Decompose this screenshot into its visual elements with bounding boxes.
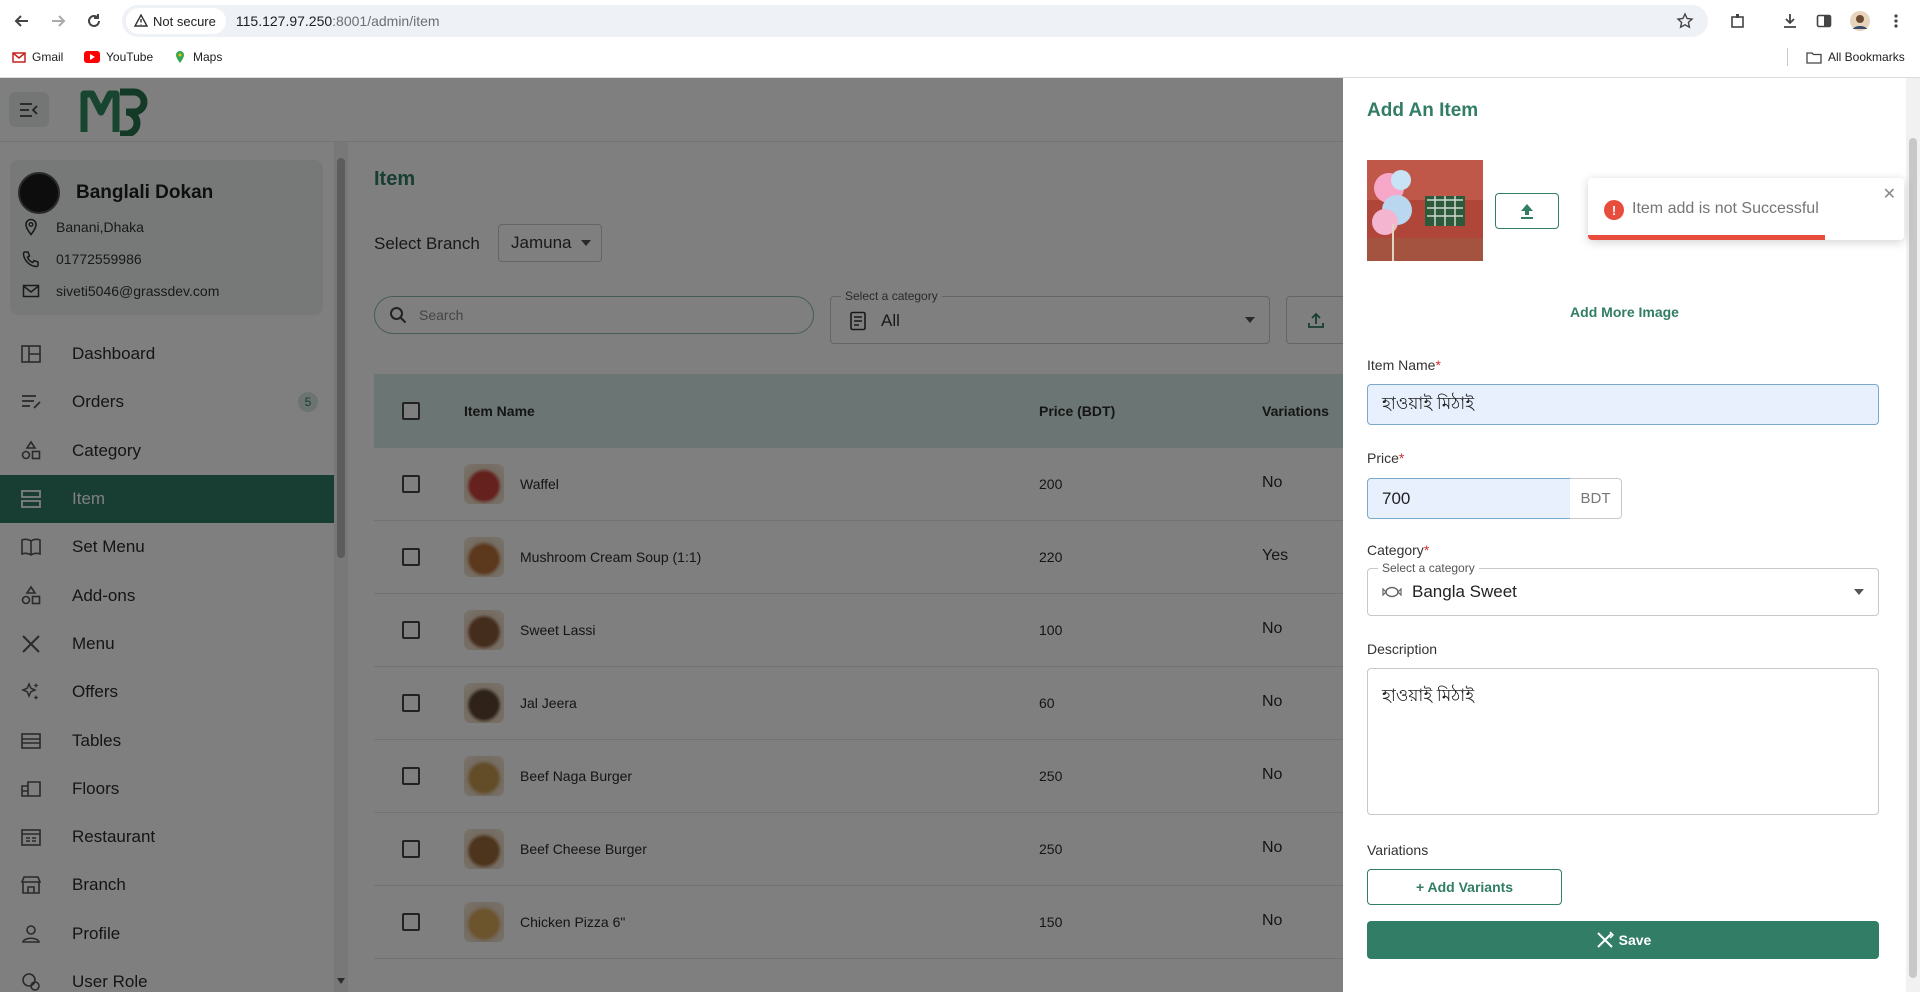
category-label: Category*	[1367, 542, 1429, 558]
bookmark-label: YouTube	[106, 50, 154, 64]
caret-down-icon	[1854, 589, 1864, 595]
url-path: :8001/admin/item	[332, 13, 440, 29]
all-bookmarks-label: All Bookmarks	[1828, 50, 1905, 64]
price-input[interactable]: 700	[1367, 478, 1571, 519]
item-name-input[interactable]: হাওয়াই মিঠাই	[1367, 384, 1879, 425]
item-image-preview	[1367, 160, 1483, 261]
maps-icon	[176, 51, 184, 63]
close-icon[interactable]: ✕	[1883, 184, 1896, 204]
category-value: Bangla Sweet	[1412, 582, 1517, 601]
app: Banglali Dokan Banani,Dhaka 01772559986 …	[0, 78, 1920, 992]
fork-knife-icon	[1596, 931, 1614, 948]
category-select[interactable]: Select a category Bangla Sweet	[1367, 561, 1879, 616]
save-button[interactable]: Save	[1367, 921, 1879, 959]
security-label: Not secure	[153, 13, 216, 29]
item-name-label: Item Name*	[1367, 357, 1441, 373]
profile-avatar-icon[interactable]	[1844, 5, 1876, 37]
forward-icon[interactable]	[42, 5, 74, 37]
youtube-icon	[84, 51, 100, 63]
bookmark-star-icon[interactable]	[1676, 12, 1694, 30]
reload-icon[interactable]	[78, 5, 110, 37]
upload-icon	[1521, 204, 1533, 219]
bookmark-label: Maps	[193, 50, 223, 64]
bookmarks-divider	[1787, 48, 1788, 66]
variations-label: Variations	[1367, 842, 1429, 858]
bookmark-youtube[interactable]: YouTube	[84, 46, 153, 68]
add-more-image-link[interactable]: Add More Image	[1343, 304, 1906, 320]
image-upload-button[interactable]	[1495, 193, 1559, 229]
side-panel-icon[interactable]	[1808, 5, 1840, 37]
gmail-icon	[12, 51, 26, 63]
bookmark-gmail[interactable]: Gmail	[12, 46, 63, 68]
required-mark: *	[1398, 450, 1405, 466]
required-mark: *	[1423, 542, 1430, 558]
category-label-text: Category	[1367, 542, 1424, 558]
warning-icon	[134, 14, 148, 27]
price-label: Price*	[1367, 450, 1404, 466]
all-bookmarks[interactable]: All Bookmarks	[1806, 46, 1905, 68]
error-toast: ! Item add is not Successful ✕	[1588, 178, 1904, 240]
back-icon[interactable]	[6, 5, 38, 37]
sweet-icon	[1382, 586, 1402, 598]
extensions-icon[interactable]	[1722, 5, 1754, 37]
price-unit: BDT	[1570, 478, 1622, 519]
description-textarea[interactable]: হাওয়াই মিঠাই	[1367, 668, 1879, 815]
category-legend: Select a category	[1378, 561, 1479, 575]
url-host: 115.127.97.250	[235, 13, 333, 29]
folder-icon	[1806, 51, 1822, 64]
url-text[interactable]: 115.127.97.250:8001/admin/item	[236, 13, 440, 29]
toast-progress-bar	[1588, 235, 1825, 240]
save-label: Save	[1618, 932, 1652, 948]
bookmark-label: Gmail	[32, 50, 64, 64]
browser-chrome: Not secure 115.127.97.250:8001/admin/ite…	[0, 0, 1920, 78]
description-label: Description	[1367, 641, 1438, 657]
drawer-scrollbar-thumb[interactable]	[1909, 138, 1917, 978]
address-bar[interactable]: Not secure 115.127.97.250:8001/admin/ite…	[122, 5, 1708, 37]
modal-backdrop[interactable]	[0, 78, 1343, 992]
price-label-text: Price	[1367, 450, 1399, 466]
drawer-title: Add An Item	[1367, 100, 1479, 121]
toast-message: Item add is not Successful	[1632, 200, 1819, 217]
security-chip[interactable]: Not secure	[126, 8, 226, 34]
bookmark-maps[interactable]: Maps	[173, 46, 222, 68]
required-mark: *	[1435, 357, 1441, 373]
error-icon: !	[1604, 200, 1624, 220]
download-icon[interactable]	[1774, 5, 1806, 37]
item-name-label-text: Item Name	[1367, 357, 1436, 373]
browser-menu-icon[interactable]	[1880, 5, 1912, 37]
add-variants-button[interactable]: + Add Variants	[1367, 869, 1562, 905]
